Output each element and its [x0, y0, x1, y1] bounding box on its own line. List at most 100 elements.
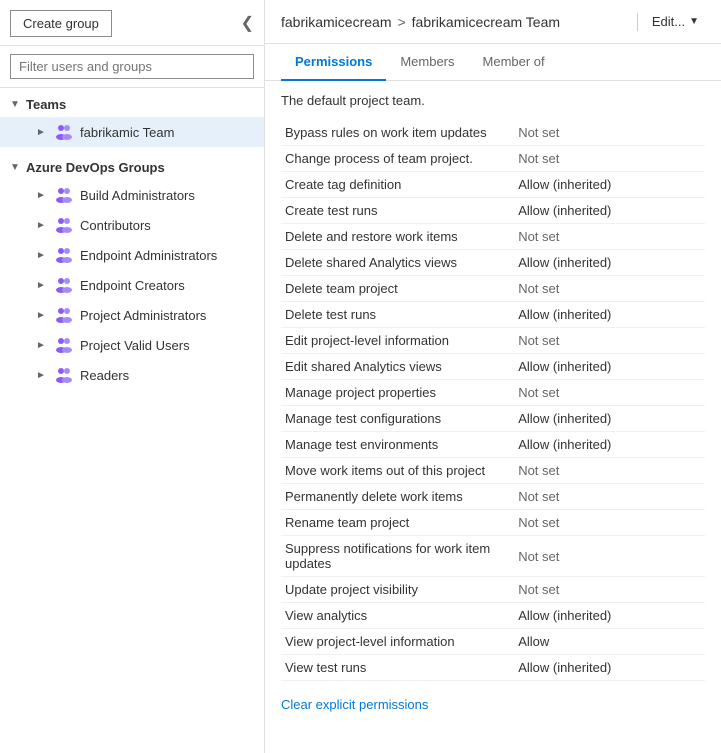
group-icon	[54, 305, 74, 325]
permission-value: Not set	[514, 484, 705, 510]
item-chevron-icon: ►	[36, 250, 50, 261]
permission-value: Not set	[514, 577, 705, 603]
permission-name: View project-level information	[281, 629, 514, 655]
tab-members[interactable]: Members	[386, 44, 468, 81]
permission-name: Rename team project	[281, 510, 514, 536]
group-icon	[54, 275, 74, 295]
table-row[interactable]: Delete and restore work items Not set	[281, 224, 705, 250]
permission-value: Not set	[514, 536, 705, 577]
table-row[interactable]: Suppress notifications for work item upd…	[281, 536, 705, 577]
table-row[interactable]: Delete test runs Allow (inherited)	[281, 302, 705, 328]
permission-value: Allow (inherited)	[514, 432, 705, 458]
sidebar-item-label: Endpoint Creators	[80, 278, 185, 293]
clear-permissions-link[interactable]: Clear explicit permissions	[281, 697, 428, 712]
permission-value: Not set	[514, 510, 705, 536]
table-row[interactable]: Update project visibility Not set	[281, 577, 705, 603]
table-row[interactable]: View analytics Allow (inherited)	[281, 603, 705, 629]
sidebar-item-endpoint-creators[interactable]: ► Endpoint Creators	[0, 270, 264, 300]
table-row[interactable]: Manage test environments Allow (inherite…	[281, 432, 705, 458]
sidebar-item-endpoint-administrators[interactable]: ► Endpoint Administrators	[0, 240, 264, 270]
permission-value: Allow (inherited)	[514, 603, 705, 629]
table-row[interactable]: Permanently delete work items Not set	[281, 484, 705, 510]
permission-name: Change process of team project.	[281, 146, 514, 172]
permissions-table: Bypass rules on work item updates Not se…	[281, 120, 705, 681]
tabs-bar: Permissions Members Member of	[265, 44, 721, 81]
tab-permissions[interactable]: Permissions	[281, 44, 386, 81]
breadcrumb: fabrikamicecream > fabrikamicecream Team	[281, 14, 560, 30]
permission-value: Allow (inherited)	[514, 354, 705, 380]
permission-value: Not set	[514, 380, 705, 406]
item-chevron-icon: ►	[36, 370, 50, 381]
sidebar-items-container: ► Build Administrators ►	[0, 180, 264, 390]
permission-value: Not set	[514, 120, 705, 146]
table-row[interactable]: Delete shared Analytics views Allow (inh…	[281, 250, 705, 276]
table-row[interactable]: View project-level information Allow	[281, 629, 705, 655]
table-row[interactable]: Create tag definition Allow (inherited)	[281, 172, 705, 198]
default-team-label: The default project team.	[281, 93, 705, 108]
permission-value: Allow (inherited)	[514, 406, 705, 432]
breadcrumb-part1: fabrikamicecream	[281, 14, 391, 30]
table-row[interactable]: View test runs Allow (inherited)	[281, 655, 705, 681]
sidebar-item-project-valid-users[interactable]: ► Project Valid Users	[0, 330, 264, 360]
create-group-button[interactable]: Create group	[10, 10, 112, 37]
permission-name: Delete team project	[281, 276, 514, 302]
sidebar-item-project-administrators[interactable]: ► Project Administrators	[0, 300, 264, 330]
permission-value: Not set	[514, 224, 705, 250]
sidebar-item-label: fabrikamic Team	[80, 125, 174, 140]
table-row[interactable]: Edit shared Analytics views Allow (inher…	[281, 354, 705, 380]
azure-devops-group-header[interactable]: ▼ Azure DevOps Groups	[0, 155, 264, 180]
permission-value: Not set	[514, 146, 705, 172]
item-chevron-icon: ►	[36, 190, 50, 201]
table-row[interactable]: Rename team project Not set	[281, 510, 705, 536]
permission-name: Permanently delete work items	[281, 484, 514, 510]
azure-devops-section: ▼ Azure DevOps Groups ► Build Administra…	[0, 151, 264, 394]
item-chevron-icon: ►	[36, 280, 50, 291]
item-chevron-icon: ►	[36, 340, 50, 351]
permission-value: Not set	[514, 458, 705, 484]
table-row[interactable]: Bypass rules on work item updates Not se…	[281, 120, 705, 146]
tab-member-of[interactable]: Member of	[469, 44, 559, 81]
teams-group-header[interactable]: ▼ Teams	[0, 92, 264, 117]
edit-button[interactable]: Edit... ▼	[646, 10, 705, 33]
permission-name: Edit shared Analytics views	[281, 354, 514, 380]
collapse-icon[interactable]: ❮	[241, 16, 254, 32]
item-chevron-icon: ►	[36, 220, 50, 231]
permission-name: Manage test configurations	[281, 406, 514, 432]
filter-input[interactable]	[10, 54, 254, 79]
table-row[interactable]: Change process of team project. Not set	[281, 146, 705, 172]
permission-name: Suppress notifications for work item upd…	[281, 536, 514, 577]
permission-name: Move work items out of this project	[281, 458, 514, 484]
breadcrumb-part2: fabrikamicecream Team	[412, 14, 560, 30]
azure-devops-label: Azure DevOps Groups	[26, 160, 165, 175]
table-row[interactable]: Move work items out of this project Not …	[281, 458, 705, 484]
permission-name: View analytics	[281, 603, 514, 629]
sidebar-item-fabrikamic-team[interactable]: ► fabrikamic Team	[0, 117, 264, 147]
sidebar-item-label: Readers	[80, 368, 129, 383]
table-row[interactable]: Delete team project Not set	[281, 276, 705, 302]
permission-name: Update project visibility	[281, 577, 514, 603]
group-icon	[54, 185, 74, 205]
permissions-tbody: Bypass rules on work item updates Not se…	[281, 120, 705, 681]
permission-name: Bypass rules on work item updates	[281, 120, 514, 146]
main-header: fabrikamicecream > fabrikamicecream Team…	[265, 0, 721, 44]
group-icon	[54, 245, 74, 265]
permission-name: Manage test environments	[281, 432, 514, 458]
sidebar-item-readers[interactable]: ► Readers	[0, 360, 264, 390]
sidebar-item-contributors[interactable]: ► Contributors	[0, 210, 264, 240]
group-icon	[54, 365, 74, 385]
table-row[interactable]: Manage project properties Not set	[281, 380, 705, 406]
permission-name: Delete and restore work items	[281, 224, 514, 250]
table-row[interactable]: Create test runs Allow (inherited)	[281, 198, 705, 224]
breadcrumb-separator: >	[397, 14, 405, 30]
teams-label: Teams	[26, 97, 66, 112]
permission-value: Allow	[514, 629, 705, 655]
team-item-chevron-icon: ►	[36, 127, 50, 138]
permission-value: Allow (inherited)	[514, 172, 705, 198]
permissions-area: The default project team. Bypass rules o…	[265, 81, 721, 753]
table-row[interactable]: Manage test configurations Allow (inheri…	[281, 406, 705, 432]
sidebar-item-build-administrators[interactable]: ► Build Administrators	[0, 180, 264, 210]
filter-input-wrap	[0, 46, 264, 88]
group-icon	[54, 215, 74, 235]
table-row[interactable]: Edit project-level information Not set	[281, 328, 705, 354]
permission-value: Allow (inherited)	[514, 655, 705, 681]
